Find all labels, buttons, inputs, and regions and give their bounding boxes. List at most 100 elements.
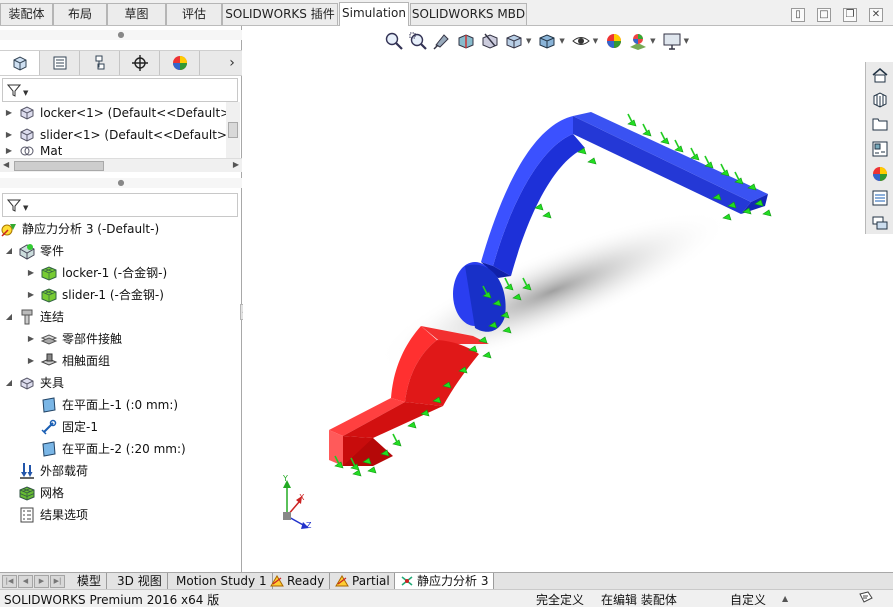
displaymanager-tab[interactable]	[160, 51, 200, 75]
tab-motion-study-1[interactable]: Motion Study 1	[171, 573, 273, 589]
collapse-arrow-icon[interactable]: ◢	[4, 372, 14, 394]
propertymanager-tab[interactable]	[40, 51, 80, 75]
result-options-label: 结果选项	[40, 508, 89, 522]
next-tab-icon[interactable]: ▶	[34, 575, 49, 588]
tab-simulation[interactable]: Simulation	[339, 2, 409, 26]
unit-system-button[interactable]: 自定义	[730, 591, 766, 608]
tab-partial[interactable]: Partial	[330, 573, 396, 589]
scroll-right-icon[interactable]: ▶	[233, 160, 239, 169]
feature-tree-vertical-scrollbar[interactable]	[226, 102, 240, 158]
tab-3d-views[interactable]: 3D 视图	[112, 573, 168, 589]
expand-arrow-icon[interactable]: ▶	[26, 284, 36, 306]
study-status-icon	[335, 575, 349, 587]
feature-tree-filter[interactable]: ▼	[2, 78, 238, 102]
product-version-text: SOLIDWORKS Premium 2016 x64 版	[4, 593, 220, 607]
solid-body-mesh-icon	[41, 266, 57, 281]
connections-bolt-icon	[21, 309, 33, 325]
fixture-item-fixed-1[interactable]: 固定-1	[26, 416, 98, 438]
chevron-down-icon: ▼	[23, 204, 29, 212]
appearances-tab[interactable]	[869, 163, 891, 185]
restore-down-icon[interactable]: ▯	[791, 8, 805, 22]
appearance-ball-icon	[172, 56, 187, 70]
external-loads-icon	[20, 463, 34, 479]
expand-arrow-icon[interactable]: ▶	[4, 102, 14, 124]
home-icon	[872, 67, 887, 83]
part-icon	[20, 128, 34, 142]
tree-item-locker[interactable]: ▶ locker<1> (Default<<Default>	[4, 102, 230, 124]
help-icon[interactable]	[858, 590, 874, 609]
forum-tab[interactable]	[869, 212, 891, 234]
fixture-item-on-plane-1[interactable]: 在平面上-1 (:0 mm:)	[26, 394, 178, 416]
connection-item-contact-sets[interactable]: ▶ 相触面组	[26, 350, 110, 372]
definition-status-text: 完全定义	[536, 593, 585, 607]
fixtures-node[interactable]: ◢ 夹具	[4, 372, 64, 394]
filter-icon	[7, 199, 21, 212]
pane-splitter-grip[interactable]: ●	[0, 178, 242, 188]
window-controls: ▯ □ ❐ ✕	[791, 8, 883, 22]
collapse-arrow-icon[interactable]: ◢	[4, 306, 14, 328]
tab-evaluate[interactable]: 评估	[166, 3, 222, 25]
maximize-icon[interactable]: □	[817, 8, 831, 22]
assembly-model-render[interactable]: Y X Z	[243, 26, 865, 572]
mesh-node[interactable]: 网格	[4, 482, 64, 504]
external-loads-node[interactable]: 外部载荷	[4, 460, 88, 482]
tree-item-mates[interactable]: ▶ Mat	[4, 145, 63, 157]
triad-y-label: Y	[282, 474, 288, 483]
tab-layout[interactable]: 布局	[53, 3, 107, 25]
tab-model[interactable]: 模型	[72, 573, 108, 589]
chevron-right-icon[interactable]: ›	[222, 51, 242, 75]
tab-ready[interactable]: Ready	[265, 573, 331, 589]
parts-node[interactable]: ◢ 零件	[4, 240, 64, 262]
custom-properties-icon	[872, 190, 887, 206]
previous-tab-icon[interactable]: ◀	[18, 575, 33, 588]
first-tab-icon[interactable]: |◀	[2, 575, 17, 588]
part-item-locker[interactable]: ▶ locker-1 (-合金钢-)	[26, 262, 167, 284]
parts-icon	[19, 244, 35, 260]
expand-arrow-icon[interactable]: ▶	[4, 124, 14, 146]
study-node[interactable]: 静应力分析 3 (-Default-)	[0, 218, 159, 240]
tab-assembly[interactable]: 装配体	[0, 3, 53, 25]
last-tab-icon[interactable]: ▶|	[50, 575, 65, 588]
result-options-node[interactable]: 结果选项	[4, 504, 88, 526]
scrollbar-thumb[interactable]	[228, 122, 238, 138]
custom-properties-tab[interactable]	[869, 188, 891, 210]
part-item-slider[interactable]: ▶ slider-1 (-合金钢-)	[26, 284, 164, 306]
left-panel: ● › ▼ ▶ locker<1> (Default<<Default> ▶ s…	[0, 26, 248, 572]
unit-system-chevron-icon[interactable]: ▲	[782, 594, 788, 603]
tab-solidworks-mbd[interactable]: SOLIDWORKS MBD	[410, 3, 527, 25]
contact-set-icon	[40, 353, 58, 366]
configurationmanager-tab[interactable]	[80, 51, 120, 75]
solidworks-resources-tab[interactable]	[869, 64, 891, 86]
cascade-icon[interactable]: ❐	[843, 8, 857, 22]
tab-solidworks-addins[interactable]: SOLIDWORKS 插件	[222, 3, 338, 25]
featuremanager-tab[interactable]	[0, 51, 40, 75]
tree-item-slider[interactable]: ▶ slider<1> (Default<<Default>_	[4, 124, 233, 146]
tab-sketch[interactable]: 草图	[107, 3, 166, 25]
appearances-icon	[872, 166, 887, 181]
pane-splitter-grip[interactable]: ●	[0, 30, 242, 40]
scroll-left-icon[interactable]: ◀	[3, 160, 9, 169]
triad-z-label: Z	[306, 521, 312, 530]
scrollbar-thumb[interactable]	[14, 161, 104, 171]
view-palette-tab[interactable]	[869, 138, 891, 160]
feature-tree-horizontal-scrollbar[interactable]: ◀ ▶	[0, 158, 242, 172]
tab-static-study-3[interactable]: 静应力分析 3	[394, 573, 495, 589]
file-explorer-tab[interactable]	[869, 113, 891, 135]
dimxpertmanager-tab[interactable]	[120, 51, 160, 75]
connection-item-component-contact[interactable]: ▶ 零部件接触	[26, 328, 122, 350]
part-item-label: slider-1 (-合金钢-)	[62, 288, 164, 302]
tree-item-label: locker<1> (Default<<Default>	[40, 106, 231, 120]
expand-arrow-icon[interactable]: ▶	[26, 262, 36, 284]
collapse-arrow-icon[interactable]: ◢	[4, 240, 14, 262]
expand-arrow-icon[interactable]: ▶	[26, 328, 36, 350]
expand-arrow-icon[interactable]: ▶	[4, 145, 14, 157]
expand-arrow-icon[interactable]: ▶	[26, 350, 36, 372]
graphics-area[interactable]: ▼ ▼ ▼ ▼ ▼ Y X Z	[243, 26, 893, 572]
design-library-tab[interactable]	[869, 89, 891, 111]
tab-label: Partial	[352, 574, 390, 588]
fixture-item-on-plane-2[interactable]: 在平面上-2 (:20 mm:)	[26, 438, 186, 460]
simulation-tree-filter[interactable]: ▼	[2, 193, 238, 217]
task-pane-tabs	[865, 62, 893, 234]
connections-node[interactable]: ◢ 连结	[4, 306, 64, 328]
close-icon[interactable]: ✕	[869, 8, 883, 22]
